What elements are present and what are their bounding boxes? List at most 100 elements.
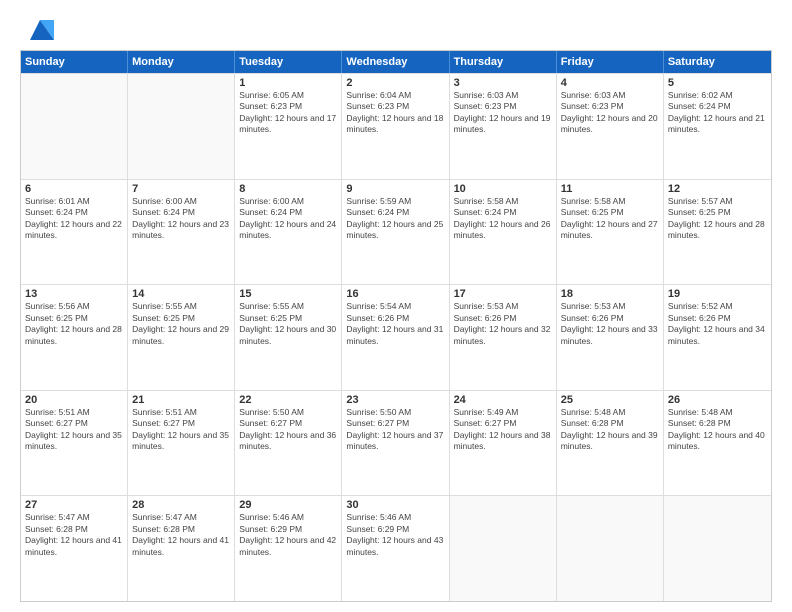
day-info: Sunrise: 5:51 AM Sunset: 6:27 PM Dayligh…	[132, 407, 230, 453]
day-info: Sunrise: 5:48 AM Sunset: 6:28 PM Dayligh…	[561, 407, 659, 453]
weekday-header-thursday: Thursday	[450, 51, 557, 73]
day-cell-16: 16Sunrise: 5:54 AM Sunset: 6:26 PM Dayli…	[342, 285, 449, 390]
day-info: Sunrise: 5:46 AM Sunset: 6:29 PM Dayligh…	[239, 512, 337, 558]
empty-cell-0-0	[21, 74, 128, 179]
day-info: Sunrise: 5:53 AM Sunset: 6:26 PM Dayligh…	[561, 301, 659, 347]
day-info: Sunrise: 5:49 AM Sunset: 6:27 PM Dayligh…	[454, 407, 552, 453]
calendar-body: 1Sunrise: 6:05 AM Sunset: 6:23 PM Daylig…	[21, 73, 771, 601]
day-number: 11	[561, 183, 659, 195]
day-cell-6: 6Sunrise: 6:01 AM Sunset: 6:24 PM Daylig…	[21, 180, 128, 285]
day-cell-15: 15Sunrise: 5:55 AM Sunset: 6:25 PM Dayli…	[235, 285, 342, 390]
day-number: 5	[668, 77, 767, 89]
logo	[20, 16, 54, 40]
day-cell-12: 12Sunrise: 5:57 AM Sunset: 6:25 PM Dayli…	[664, 180, 771, 285]
calendar-row-1: 6Sunrise: 6:01 AM Sunset: 6:24 PM Daylig…	[21, 179, 771, 285]
weekday-header-tuesday: Tuesday	[235, 51, 342, 73]
day-info: Sunrise: 5:58 AM Sunset: 6:25 PM Dayligh…	[561, 196, 659, 242]
day-number: 10	[454, 183, 552, 195]
calendar-row-0: 1Sunrise: 6:05 AM Sunset: 6:23 PM Daylig…	[21, 73, 771, 179]
day-cell-5: 5Sunrise: 6:02 AM Sunset: 6:24 PM Daylig…	[664, 74, 771, 179]
day-info: Sunrise: 6:03 AM Sunset: 6:23 PM Dayligh…	[454, 90, 552, 136]
day-info: Sunrise: 5:55 AM Sunset: 6:25 PM Dayligh…	[132, 301, 230, 347]
day-number: 15	[239, 288, 337, 300]
day-number: 16	[346, 288, 444, 300]
weekday-header-monday: Monday	[128, 51, 235, 73]
day-cell-8: 8Sunrise: 6:00 AM Sunset: 6:24 PM Daylig…	[235, 180, 342, 285]
day-cell-25: 25Sunrise: 5:48 AM Sunset: 6:28 PM Dayli…	[557, 391, 664, 496]
day-info: Sunrise: 5:54 AM Sunset: 6:26 PM Dayligh…	[346, 301, 444, 347]
empty-cell-4-4	[450, 496, 557, 601]
day-number: 6	[25, 183, 123, 195]
day-cell-3: 3Sunrise: 6:03 AM Sunset: 6:23 PM Daylig…	[450, 74, 557, 179]
day-info: Sunrise: 5:57 AM Sunset: 6:25 PM Dayligh…	[668, 196, 767, 242]
day-info: Sunrise: 5:46 AM Sunset: 6:29 PM Dayligh…	[346, 512, 444, 558]
day-cell-22: 22Sunrise: 5:50 AM Sunset: 6:27 PM Dayli…	[235, 391, 342, 496]
calendar-row-2: 13Sunrise: 5:56 AM Sunset: 6:25 PM Dayli…	[21, 284, 771, 390]
day-number: 14	[132, 288, 230, 300]
empty-cell-4-5	[557, 496, 664, 601]
calendar: SundayMondayTuesdayWednesdayThursdayFrid…	[20, 50, 772, 602]
day-info: Sunrise: 5:52 AM Sunset: 6:26 PM Dayligh…	[668, 301, 767, 347]
day-info: Sunrise: 5:53 AM Sunset: 6:26 PM Dayligh…	[454, 301, 552, 347]
day-number: 26	[668, 394, 767, 406]
day-cell-17: 17Sunrise: 5:53 AM Sunset: 6:26 PM Dayli…	[450, 285, 557, 390]
day-number: 7	[132, 183, 230, 195]
day-number: 8	[239, 183, 337, 195]
day-number: 1	[239, 77, 337, 89]
day-number: 18	[561, 288, 659, 300]
day-cell-30: 30Sunrise: 5:46 AM Sunset: 6:29 PM Dayli…	[342, 496, 449, 601]
day-cell-23: 23Sunrise: 5:50 AM Sunset: 6:27 PM Dayli…	[342, 391, 449, 496]
day-info: Sunrise: 5:51 AM Sunset: 6:27 PM Dayligh…	[25, 407, 123, 453]
calendar-row-3: 20Sunrise: 5:51 AM Sunset: 6:27 PM Dayli…	[21, 390, 771, 496]
day-cell-2: 2Sunrise: 6:04 AM Sunset: 6:23 PM Daylig…	[342, 74, 449, 179]
empty-cell-0-1	[128, 74, 235, 179]
weekday-header-saturday: Saturday	[664, 51, 771, 73]
day-number: 30	[346, 499, 444, 511]
day-number: 3	[454, 77, 552, 89]
day-info: Sunrise: 5:50 AM Sunset: 6:27 PM Dayligh…	[239, 407, 337, 453]
day-number: 4	[561, 77, 659, 89]
day-info: Sunrise: 6:03 AM Sunset: 6:23 PM Dayligh…	[561, 90, 659, 136]
logo-icon	[26, 16, 54, 44]
day-cell-20: 20Sunrise: 5:51 AM Sunset: 6:27 PM Dayli…	[21, 391, 128, 496]
day-cell-21: 21Sunrise: 5:51 AM Sunset: 6:27 PM Dayli…	[128, 391, 235, 496]
day-info: Sunrise: 5:48 AM Sunset: 6:28 PM Dayligh…	[668, 407, 767, 453]
day-number: 12	[668, 183, 767, 195]
day-number: 29	[239, 499, 337, 511]
day-cell-11: 11Sunrise: 5:58 AM Sunset: 6:25 PM Dayli…	[557, 180, 664, 285]
day-info: Sunrise: 5:58 AM Sunset: 6:24 PM Dayligh…	[454, 196, 552, 242]
day-cell-28: 28Sunrise: 5:47 AM Sunset: 6:28 PM Dayli…	[128, 496, 235, 601]
page: SundayMondayTuesdayWednesdayThursdayFrid…	[0, 0, 792, 612]
day-cell-26: 26Sunrise: 5:48 AM Sunset: 6:28 PM Dayli…	[664, 391, 771, 496]
day-info: Sunrise: 5:50 AM Sunset: 6:27 PM Dayligh…	[346, 407, 444, 453]
day-number: 2	[346, 77, 444, 89]
day-info: Sunrise: 5:55 AM Sunset: 6:25 PM Dayligh…	[239, 301, 337, 347]
day-number: 13	[25, 288, 123, 300]
day-info: Sunrise: 5:56 AM Sunset: 6:25 PM Dayligh…	[25, 301, 123, 347]
day-number: 21	[132, 394, 230, 406]
day-cell-10: 10Sunrise: 5:58 AM Sunset: 6:24 PM Dayli…	[450, 180, 557, 285]
weekday-header-wednesday: Wednesday	[342, 51, 449, 73]
day-cell-24: 24Sunrise: 5:49 AM Sunset: 6:27 PM Dayli…	[450, 391, 557, 496]
day-cell-19: 19Sunrise: 5:52 AM Sunset: 6:26 PM Dayli…	[664, 285, 771, 390]
day-cell-1: 1Sunrise: 6:05 AM Sunset: 6:23 PM Daylig…	[235, 74, 342, 179]
day-info: Sunrise: 6:02 AM Sunset: 6:24 PM Dayligh…	[668, 90, 767, 136]
day-number: 17	[454, 288, 552, 300]
day-number: 25	[561, 394, 659, 406]
day-info: Sunrise: 6:00 AM Sunset: 6:24 PM Dayligh…	[239, 196, 337, 242]
day-info: Sunrise: 5:47 AM Sunset: 6:28 PM Dayligh…	[25, 512, 123, 558]
weekday-header-sunday: Sunday	[21, 51, 128, 73]
day-number: 20	[25, 394, 123, 406]
day-cell-18: 18Sunrise: 5:53 AM Sunset: 6:26 PM Dayli…	[557, 285, 664, 390]
day-cell-4: 4Sunrise: 6:03 AM Sunset: 6:23 PM Daylig…	[557, 74, 664, 179]
day-info: Sunrise: 5:59 AM Sunset: 6:24 PM Dayligh…	[346, 196, 444, 242]
day-cell-13: 13Sunrise: 5:56 AM Sunset: 6:25 PM Dayli…	[21, 285, 128, 390]
day-number: 19	[668, 288, 767, 300]
header	[20, 16, 772, 40]
day-number: 28	[132, 499, 230, 511]
day-cell-29: 29Sunrise: 5:46 AM Sunset: 6:29 PM Dayli…	[235, 496, 342, 601]
day-info: Sunrise: 5:47 AM Sunset: 6:28 PM Dayligh…	[132, 512, 230, 558]
day-cell-7: 7Sunrise: 6:00 AM Sunset: 6:24 PM Daylig…	[128, 180, 235, 285]
weekday-header-friday: Friday	[557, 51, 664, 73]
day-info: Sunrise: 6:00 AM Sunset: 6:24 PM Dayligh…	[132, 196, 230, 242]
